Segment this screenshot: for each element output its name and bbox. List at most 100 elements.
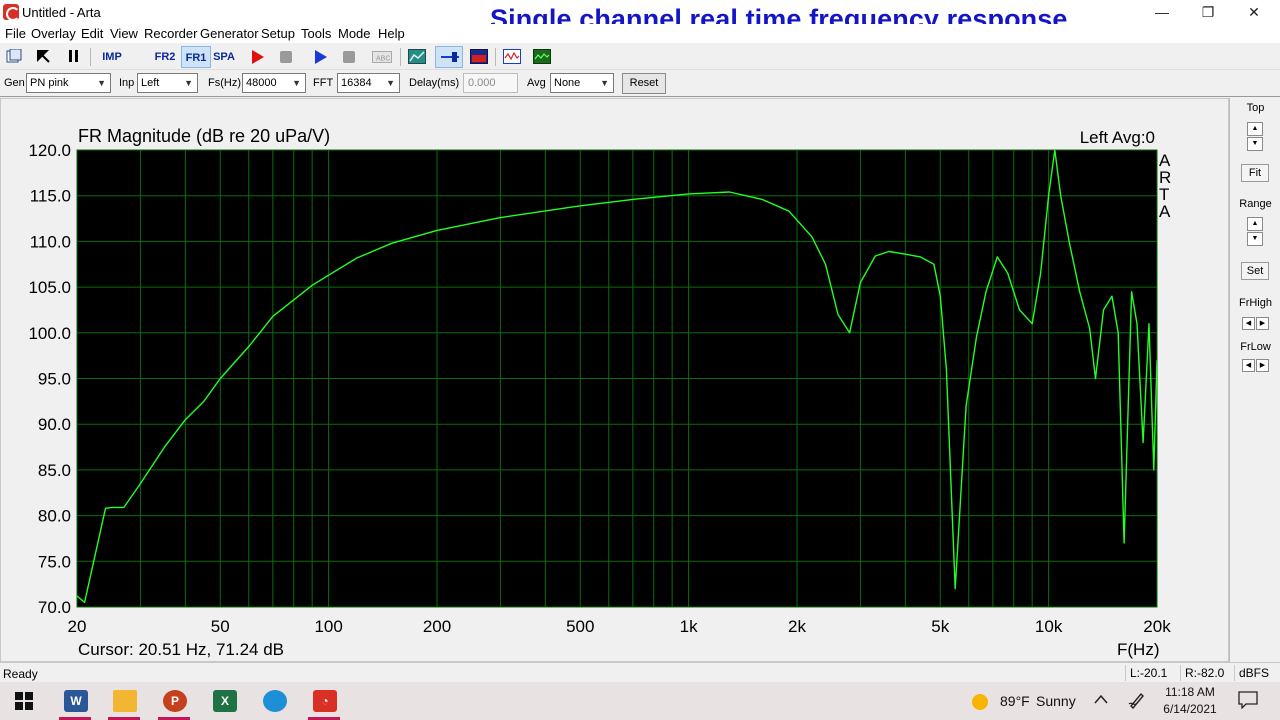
fs-label: Fs(Hz) bbox=[208, 77, 241, 89]
cursor-arrow-icon[interactable] bbox=[36, 49, 50, 64]
maximize-icon[interactable]: ❐ bbox=[1185, 0, 1231, 24]
range-label: Range bbox=[1239, 198, 1272, 210]
frhigh-label: FrHigh bbox=[1238, 297, 1272, 309]
record-play-icon[interactable] bbox=[251, 50, 265, 64]
generator-play-icon[interactable] bbox=[314, 50, 328, 64]
y-tick-label: 120.0 bbox=[28, 141, 71, 160]
taskbar: W P X ◔ 89°F Sunny 11:18 AM 6/14/2021 bbox=[0, 682, 1280, 720]
system-clock[interactable]: 11:18 AM 6/14/2021 bbox=[1160, 684, 1220, 718]
pause-icon[interactable] bbox=[68, 49, 80, 64]
frequency-response-chart[interactable]: 120.0 115.0 110.0 105.0 100.0 95.0 90.0 85.0 80.… bbox=[1, 99, 1228, 661]
fft-size-value: 16384 bbox=[341, 77, 372, 89]
range-down-icon[interactable]: ▼ bbox=[1247, 232, 1263, 246]
chevron-down-icon: ▼ bbox=[97, 78, 106, 88]
y-tick-label: 105.0 bbox=[28, 278, 71, 297]
edge-taskbar-icon[interactable] bbox=[252, 686, 296, 720]
top-up-icon[interactable]: ▲ bbox=[1247, 122, 1263, 136]
color-map-icon[interactable] bbox=[470, 49, 488, 65]
y-tick-label: 100.0 bbox=[28, 324, 71, 343]
range-up-icon[interactable]: ▲ bbox=[1247, 217, 1263, 231]
menu-file[interactable]: File bbox=[5, 26, 26, 41]
file-explorer-taskbar-icon[interactable] bbox=[102, 686, 146, 720]
menu-recorder[interactable]: Recorder bbox=[144, 26, 197, 41]
graph-settings-icon[interactable] bbox=[408, 49, 426, 65]
input-value: Left bbox=[141, 77, 160, 89]
menu-tools[interactable]: Tools bbox=[301, 26, 331, 41]
sample-rate-value: 48000 bbox=[246, 77, 277, 89]
generator-stop-icon[interactable] bbox=[343, 51, 355, 63]
menu-bar: File Overlay Edit View Recorder Generato… bbox=[0, 24, 1280, 43]
chevron-up-icon[interactable] bbox=[1094, 694, 1108, 704]
frlow-left-icon[interactable]: ◀ bbox=[1242, 359, 1255, 372]
sample-rate-select[interactable]: 48000 ▼ bbox=[242, 73, 306, 93]
input-select[interactable]: Left ▼ bbox=[137, 73, 198, 93]
minimize-icon[interactable]: — bbox=[1139, 0, 1185, 24]
menu-generator[interactable]: Generator bbox=[200, 26, 259, 41]
menu-help[interactable]: Help bbox=[378, 26, 405, 41]
arta-app-icon[interactable] bbox=[3, 4, 20, 21]
chevron-down-icon: ▼ bbox=[386, 78, 395, 88]
chevron-down-icon: ▼ bbox=[184, 78, 193, 88]
record-stop-icon[interactable] bbox=[280, 51, 292, 63]
chevron-down-icon: ▼ bbox=[600, 78, 609, 88]
x-tick-label: 10k bbox=[1035, 617, 1063, 636]
x-axis-title: F(Hz) bbox=[1117, 640, 1159, 659]
fft-size-select[interactable]: 16384 ▼ bbox=[337, 73, 400, 93]
weather-temperature[interactable]: 89°F bbox=[1000, 693, 1030, 709]
chevron-down-icon: ▼ bbox=[292, 78, 301, 88]
powerpoint-taskbar-icon[interactable]: P bbox=[152, 686, 196, 720]
windows-start-icon[interactable] bbox=[15, 692, 33, 710]
top-label: Top bbox=[1246, 102, 1265, 114]
frlow-right-icon[interactable]: ▶ bbox=[1256, 359, 1269, 372]
generator-value: PN pink bbox=[30, 77, 69, 89]
status-bar: Ready L:-20.1 R:-82.0 dBFS bbox=[0, 662, 1280, 682]
close-icon[interactable]: ✕ bbox=[1231, 0, 1277, 24]
y-tick-label: 110.0 bbox=[30, 232, 71, 251]
set-button[interactable]: Set bbox=[1241, 262, 1269, 280]
title-bar: Untitled - Arta Single channel real time… bbox=[0, 0, 1280, 33]
menu-mode[interactable]: Mode bbox=[338, 26, 371, 41]
status-ready: Ready bbox=[3, 667, 38, 681]
fr1-button[interactable]: FR1 bbox=[181, 46, 211, 68]
spectrum-icon[interactable] bbox=[533, 49, 551, 65]
inp-label: Inp bbox=[119, 77, 135, 89]
arta-taskbar-icon[interactable]: ◔ bbox=[302, 686, 346, 720]
toolbar-separator bbox=[90, 48, 91, 66]
fft-label: FFT bbox=[313, 77, 334, 89]
imp-button[interactable]: IMP bbox=[96, 46, 128, 68]
x-tick-label: 2k bbox=[788, 617, 806, 636]
y-tick-label: 85.0 bbox=[38, 461, 71, 480]
menu-overlay[interactable]: Overlay bbox=[31, 26, 76, 41]
spa-button[interactable]: SPA bbox=[210, 46, 238, 68]
frhigh-right-icon[interactable]: ▶ bbox=[1256, 317, 1269, 330]
x-tick-label: 1k bbox=[680, 617, 698, 636]
arta-watermark-letter: A bbox=[1159, 202, 1171, 221]
abc-icon[interactable]: ABC bbox=[372, 49, 392, 65]
frhigh-left-icon[interactable]: ◀ bbox=[1242, 317, 1255, 330]
generator-select[interactable]: PN pink ▼ bbox=[26, 73, 111, 93]
avg-label: Avg bbox=[527, 77, 546, 89]
x-tick-label: 200 bbox=[423, 617, 451, 636]
averaging-value: None bbox=[554, 77, 581, 89]
weather-condition[interactable]: Sunny bbox=[1036, 693, 1076, 709]
delay-input[interactable]: 0.000 bbox=[463, 73, 518, 93]
fit-button[interactable]: Fit bbox=[1241, 164, 1269, 182]
notification-icon[interactable] bbox=[1238, 691, 1258, 709]
excel-taskbar-icon[interactable]: X bbox=[202, 686, 246, 720]
fr2-button[interactable]: FR2 bbox=[151, 46, 179, 68]
averaging-select[interactable]: None ▼ bbox=[550, 73, 614, 93]
word-taskbar-icon[interactable]: W bbox=[53, 686, 97, 720]
x-tick-label: 500 bbox=[566, 617, 594, 636]
menu-view[interactable]: View bbox=[110, 26, 138, 41]
menu-setup[interactable]: Setup bbox=[261, 26, 295, 41]
waveform-icon[interactable] bbox=[503, 49, 521, 65]
status-right-level: R:-82.0 bbox=[1180, 665, 1232, 681]
top-down-icon[interactable]: ▼ bbox=[1247, 137, 1263, 151]
x-tick-label: 20 bbox=[68, 617, 87, 636]
open-file-icon[interactable] bbox=[6, 49, 22, 64]
cursor-readout: Cursor: 20.51 Hz, 71.24 dB bbox=[78, 640, 284, 659]
reset-button[interactable]: Reset bbox=[622, 73, 666, 94]
pen-icon[interactable] bbox=[1128, 691, 1146, 709]
y-tick-label: 80.0 bbox=[38, 507, 71, 526]
menu-edit[interactable]: Edit bbox=[81, 26, 103, 41]
